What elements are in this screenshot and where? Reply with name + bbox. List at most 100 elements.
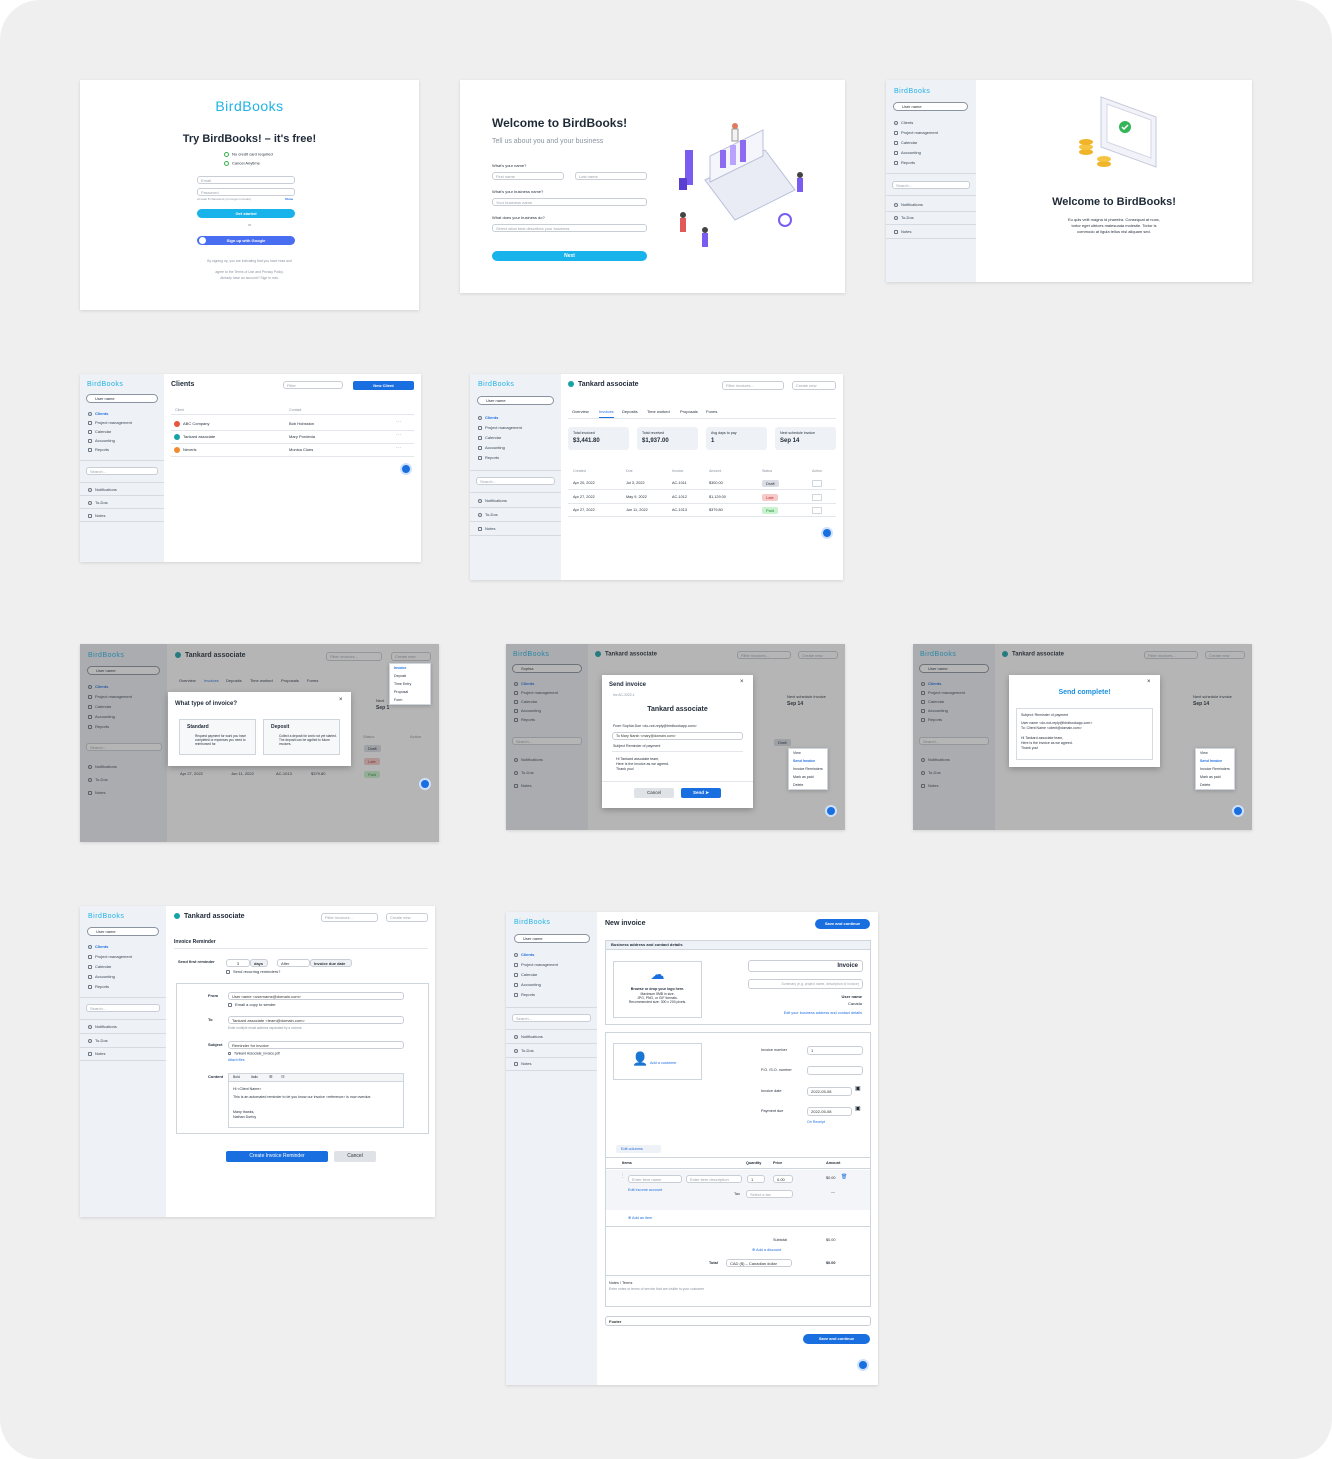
sidebar-item-clients[interactable]: Clients [88, 944, 108, 949]
sidebar-item-reports[interactable]: Reports [514, 992, 535, 997]
filter-invoices[interactable]: Filter invoices... [321, 913, 378, 922]
menu-delete[interactable]: Delete [789, 781, 827, 789]
sidebar-todos[interactable]: To-Dos [88, 500, 108, 505]
menu-deposit[interactable]: Deposit [390, 672, 430, 680]
invoice-date-input[interactable]: 2022-05-08 [807, 1087, 852, 1096]
menu-delete[interactable]: Delete [1196, 781, 1234, 789]
user-menu[interactable]: User name [86, 394, 158, 403]
edit-business-link[interactable]: Edit your business address and contact d… [784, 1011, 862, 1015]
table-row[interactable]: Apr 27, 2022 May 9, 2022 AC-1012 $1,129.00 L… [568, 492, 836, 504]
income-account-link[interactable]: Edit income account [628, 1188, 662, 1192]
chat-icon[interactable] [419, 778, 431, 790]
sidebar-item-reports[interactable]: Reports [88, 984, 109, 989]
deposit-option[interactable]: Deposit Collect a deposit for work not y… [263, 719, 340, 755]
sidebar-todos[interactable]: To-Dos [478, 512, 498, 517]
user-menu[interactable]: User name [893, 102, 968, 111]
cancel-button[interactable]: Cancel [334, 1151, 376, 1162]
from-field[interactable]: From Sophia Doe <do-not-reply@birdbookap… [613, 724, 697, 728]
days-input[interactable]: 3 [226, 959, 250, 967]
sidebar-item-calendar[interactable]: Calendar [514, 972, 537, 977]
sidebar-item-projects[interactable]: Project management [478, 425, 522, 430]
invoice-number-input[interactable]: 1 [807, 1046, 863, 1055]
close-icon[interactable]: × [740, 679, 744, 686]
chat-icon[interactable] [825, 805, 837, 817]
summary-input[interactable]: Summary (e.g. project name, description … [748, 979, 863, 989]
business-name-input[interactable]: Your business name [492, 198, 647, 206]
menu-view[interactable]: View [1196, 749, 1234, 757]
user-menu[interactable]: User name [514, 934, 590, 943]
close-icon[interactable]: × [339, 697, 343, 704]
chat-icon[interactable] [1232, 805, 1244, 817]
email-input[interactable]: Email [197, 176, 295, 184]
create-reminder-button[interactable]: Create Invoice Reminder [226, 1151, 328, 1162]
menu-form[interactable]: Form [390, 696, 430, 704]
action-button[interactable] [812, 507, 822, 514]
attach-files-link[interactable]: Attach files [228, 1058, 245, 1063]
notes-input[interactable]: Enter notes or terms of service that are… [609, 1287, 704, 1292]
drag-handle-icon[interactable]: ⋮ [620, 1173, 625, 1180]
to-field[interactable]: To Mary Narsh <mary@domain.com> [612, 732, 743, 740]
search-input[interactable]: Search... [476, 477, 555, 485]
add-item-link[interactable]: ⊕ Add an item [628, 1216, 652, 1220]
bold-button[interactable]: Bold [233, 1075, 240, 1080]
table-row[interactable]: Apr 20, 2022 Jul 3, 2022 AC-1011 $300.00 Dra… [568, 478, 836, 490]
footer-select[interactable]: Footer [605, 1316, 871, 1326]
sidebar-item-reports[interactable]: Reports [894, 160, 915, 165]
tab-forms[interactable]: Forms [706, 409, 717, 415]
sidebar-item-calendar[interactable]: Calendar [894, 140, 917, 145]
more-icon[interactable]: ··· [396, 419, 401, 426]
client-row[interactable]: Neverls Monica Clues ··· [171, 445, 414, 457]
client-row[interactable]: Tankard associate Mary Pordenia ··· [171, 432, 414, 444]
menu-time-entry[interactable]: Time Entry [390, 680, 430, 688]
sidebar-item-projects[interactable]: Project management [88, 420, 132, 425]
menu-reminders[interactable]: Invoice Reminders [789, 765, 827, 773]
recurring-checkbox[interactable]: Send recurring reminders? [226, 969, 280, 975]
sidebar-item-projects[interactable]: Project management [894, 130, 938, 135]
sidebar-notes[interactable]: Notes [894, 229, 911, 234]
currency-select[interactable]: CAD ($) – Canadian dollar [726, 1259, 792, 1267]
search-input[interactable]: Search... [86, 1004, 160, 1012]
sidebar-notes[interactable]: Notes [478, 526, 495, 531]
action-button[interactable] [812, 480, 822, 487]
to-input[interactable]: Tankard associate <team@domain.com> [228, 1016, 404, 1024]
from-select[interactable]: User name <username@domain.com> [228, 992, 404, 1000]
cancel-button[interactable]: Cancel [634, 788, 674, 798]
menu-view[interactable]: View [789, 749, 827, 757]
sidebar-item-projects[interactable]: Project management [514, 962, 558, 967]
calendar-icon[interactable]: ▣ [855, 1086, 861, 1093]
subject-input[interactable]: Reminder for invoice [228, 1041, 404, 1049]
tab-overview[interactable]: Overview [572, 409, 589, 415]
quantity-input[interactable]: 1 [747, 1175, 765, 1183]
action-button[interactable] [812, 493, 822, 501]
sidebar-item-accounting[interactable]: Accounting [894, 150, 921, 155]
menu-send[interactable]: Send Invoice [1196, 757, 1234, 765]
chat-icon[interactable] [400, 463, 412, 475]
payment-due-input[interactable]: 2022-05-08 [807, 1107, 852, 1116]
sidebar-notifications[interactable]: Notifications [88, 487, 117, 492]
subject-field[interactable]: Subject Reminder of payment [613, 744, 660, 748]
create-new-select[interactable]: Create new [386, 913, 428, 922]
after-select[interactable]: After [277, 959, 310, 967]
italic-button[interactable]: Italic [251, 1075, 258, 1080]
sidebar-item-clients[interactable]: Clients [894, 120, 913, 125]
add-customer-box[interactable]: 👤 Add a customer [613, 1043, 702, 1080]
price-input[interactable]: 0.00 [773, 1175, 793, 1183]
menu-mark-paid[interactable]: Mark as paid [1196, 773, 1234, 781]
menu-reminders[interactable]: Invoice Reminders [1196, 765, 1234, 773]
item-description-input[interactable]: Enter item description [686, 1175, 742, 1183]
sidebar-todos[interactable]: To-Dos [514, 1048, 534, 1053]
sidebar-item-accounting[interactable]: Accounting [88, 974, 115, 979]
sidebar-notifications[interactable]: Notifications [88, 1024, 117, 1029]
google-signup-button[interactable]: Sign up with Google [197, 236, 295, 245]
sidebar-todos[interactable]: To-Dos [88, 1038, 108, 1043]
sidebar-item-reports[interactable]: Reports [88, 447, 109, 452]
trash-icon[interactable]: 🗑 [841, 1174, 847, 1181]
search-input[interactable]: Search... [86, 467, 158, 475]
send-button[interactable]: Send ➤ [681, 788, 721, 798]
save-continue-button[interactable]: Save and continue [815, 919, 870, 929]
tab-deposits[interactable]: Deposits [622, 409, 638, 415]
menu-proposal[interactable]: Proposal [390, 688, 430, 696]
invoice-title-input[interactable]: Invoice [748, 960, 863, 972]
search-input[interactable]: Search... [512, 1014, 591, 1022]
tab-proposals[interactable]: Proposals [680, 409, 698, 415]
